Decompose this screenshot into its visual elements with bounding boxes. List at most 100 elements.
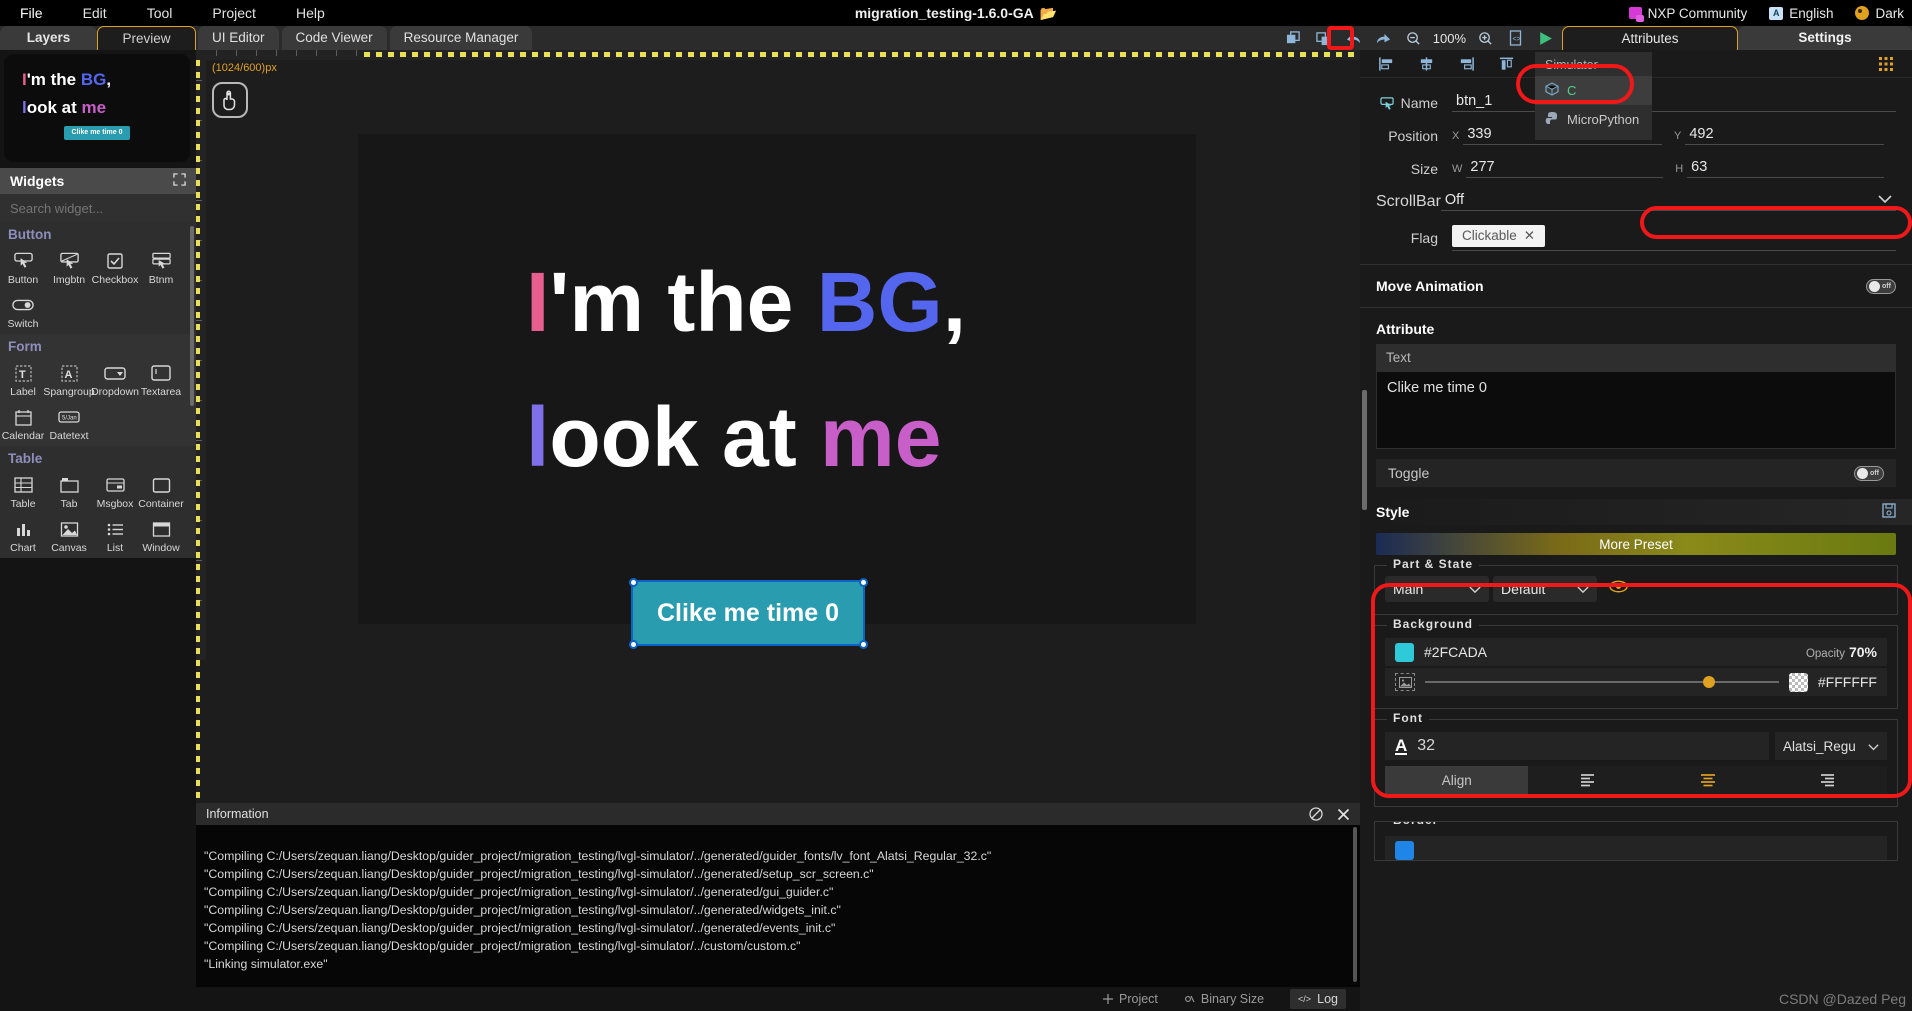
widget-switch[interactable]: Switch: [0, 290, 46, 334]
font-size-field[interactable]: A 32: [1385, 732, 1769, 760]
save-icon[interactable]: [1882, 503, 1896, 521]
slider-knob[interactable]: [1703, 676, 1716, 688]
simulator-option-c[interactable]: C: [1535, 76, 1652, 105]
widget-calendar[interactable]: Calendar: [0, 402, 46, 446]
zoom-out-icon[interactable]: [1399, 26, 1429, 50]
menu-item-file[interactable]: File: [0, 0, 63, 26]
tab-resource-manager[interactable]: Resource Manager: [389, 26, 533, 50]
part-select[interactable]: Main: [1385, 576, 1489, 602]
align-top-icon[interactable]: [1486, 51, 1526, 77]
align-center-h-icon[interactable]: [1406, 51, 1446, 77]
widget-dropdown[interactable]: Dropdown: [91, 358, 139, 402]
resize-handle-br[interactable]: [859, 640, 868, 649]
more-preset-button[interactable]: More Preset: [1376, 533, 1896, 555]
status-binary-size[interactable]: Binary Size: [1184, 992, 1264, 1006]
widget-list[interactable]: List: [92, 514, 138, 558]
widget-search-row[interactable]: [0, 194, 196, 222]
widget-button[interactable]: Button: [0, 246, 46, 290]
scrollbar-select[interactable]: Off: [1440, 192, 1896, 211]
toggle-switch[interactable]: off: [1854, 465, 1884, 481]
tab-attributes[interactable]: Attributes: [1562, 26, 1738, 50]
widget-imgbtn[interactable]: Imgbtn: [46, 246, 92, 290]
border-color-swatch[interactable]: [1395, 840, 1414, 860]
flag-chip-label: Clickable: [1462, 228, 1517, 243]
state-select[interactable]: Default: [1493, 576, 1597, 602]
eye-icon[interactable]: [1609, 580, 1628, 598]
tab-code-viewer[interactable]: Code Viewer: [281, 26, 387, 50]
nxp-community-link[interactable]: NXP Community: [1628, 6, 1747, 22]
copy-icon[interactable]: [1279, 26, 1309, 50]
flag-chip-clickable[interactable]: Clickable ✕: [1452, 225, 1546, 247]
resize-handle-bl[interactable]: [629, 640, 638, 649]
tab-preview[interactable]: Preview: [97, 26, 196, 50]
log-scrollbar[interactable]: [1353, 827, 1357, 982]
code-file-icon[interactable]: <>: [1500, 26, 1530, 50]
tab-ui-editor[interactable]: UI Editor: [198, 26, 279, 50]
widget-btnm[interactable]: Btnm: [138, 246, 184, 290]
name-input[interactable]: btn_1: [1452, 93, 1896, 112]
widget-tab[interactable]: Tab: [46, 470, 92, 514]
close-icon[interactable]: [1337, 808, 1350, 821]
widget-textarea[interactable]: Textarea: [138, 358, 184, 402]
touch-hand-icon[interactable]: [212, 82, 248, 118]
expand-icon[interactable]: [173, 173, 186, 189]
background-color-row[interactable]: #2FCADA Opacity 70%: [1385, 638, 1887, 666]
folder-icon[interactable]: 📂: [1040, 5, 1057, 21]
status-project[interactable]: Project: [1102, 992, 1158, 1006]
size-h-input[interactable]: 63: [1687, 159, 1884, 178]
widget-datetext[interactable]: 5/Jan Datetext: [46, 402, 92, 446]
widget-spangroup[interactable]: A Spangroup: [43, 358, 95, 402]
tab-layers[interactable]: Layers: [0, 26, 97, 50]
bg-gradient-slider[interactable]: [1425, 676, 1779, 688]
status-log[interactable]: </> Log: [1290, 989, 1346, 1009]
bg-color-swatch[interactable]: [1395, 642, 1414, 662]
align-center-icon[interactable]: [1648, 766, 1768, 794]
resize-handle-tr[interactable]: [859, 578, 868, 587]
simulator-option-micropython[interactable]: MicroPython: [1535, 105, 1652, 134]
widget-window[interactable]: Window: [138, 514, 184, 558]
widget-table[interactable]: Table: [0, 470, 46, 514]
grid-icon[interactable]: [1866, 51, 1906, 77]
align-left-icon[interactable]: [1366, 51, 1406, 77]
widget-chart[interactable]: Chart: [0, 514, 46, 558]
text-value-textarea[interactable]: Clike me time 0: [1376, 371, 1896, 449]
image-icon[interactable]: [1395, 673, 1415, 691]
position-y-input[interactable]: 492: [1685, 126, 1884, 145]
menu-item-edit[interactable]: Edit: [63, 0, 127, 26]
search-input[interactable]: [10, 200, 180, 216]
widget-container[interactable]: Container: [138, 470, 184, 514]
font-family-select[interactable]: Alatsi_Regu: [1775, 732, 1887, 760]
align-left-icon[interactable]: [1528, 766, 1648, 794]
canvas-selected-button[interactable]: Clike me time 0: [631, 580, 865, 646]
background-gradient-row[interactable]: #FFFFFF: [1385, 668, 1887, 696]
border-color-row[interactable]: [1385, 836, 1887, 860]
move-animation-toggle[interactable]: off: [1866, 278, 1896, 294]
size-w-input[interactable]: 277: [1466, 159, 1664, 178]
tab-settings[interactable]: Settings: [1738, 26, 1912, 50]
widget-msgbox[interactable]: Msgbox: [92, 470, 138, 514]
redo-icon[interactable]: [1369, 26, 1399, 50]
widget-label[interactable]: T Label: [0, 358, 46, 402]
widget-scrollbar[interactable]: [190, 226, 194, 406]
widget-canvas[interactable]: Canvas: [46, 514, 92, 558]
align-right-icon[interactable]: [1767, 766, 1887, 794]
paste-icon[interactable]: [1309, 26, 1339, 50]
log-body[interactable]: "Compiling C:/Users/zequan.liang/Desktop…: [196, 825, 1360, 987]
attributes-scrollbar[interactable]: [1362, 390, 1367, 510]
close-icon[interactable]: ✕: [1524, 228, 1535, 244]
resize-handle-tl[interactable]: [629, 578, 638, 587]
bg-gradient-swatch[interactable]: [1788, 672, 1808, 692]
menu-item-help[interactable]: Help: [276, 0, 345, 26]
run-play-icon[interactable]: [1530, 26, 1560, 50]
menu-item-tool[interactable]: Tool: [127, 0, 193, 26]
language-selector[interactable]: A English: [1769, 6, 1833, 21]
zoom-in-icon[interactable]: [1470, 26, 1500, 50]
clear-icon[interactable]: [1309, 807, 1323, 821]
menu-item-project[interactable]: Project: [192, 0, 276, 26]
flag-field[interactable]: Clickable ✕: [1452, 225, 1896, 251]
align-right-icon[interactable]: [1446, 51, 1486, 77]
undo-icon[interactable]: [1339, 26, 1369, 50]
widget-checkbox[interactable]: Checkbox: [92, 246, 138, 290]
simulator-canvas[interactable]: I'm the BG, look at me Clike me time 0: [358, 134, 1196, 649]
theme-selector[interactable]: Dark: [1855, 6, 1904, 21]
